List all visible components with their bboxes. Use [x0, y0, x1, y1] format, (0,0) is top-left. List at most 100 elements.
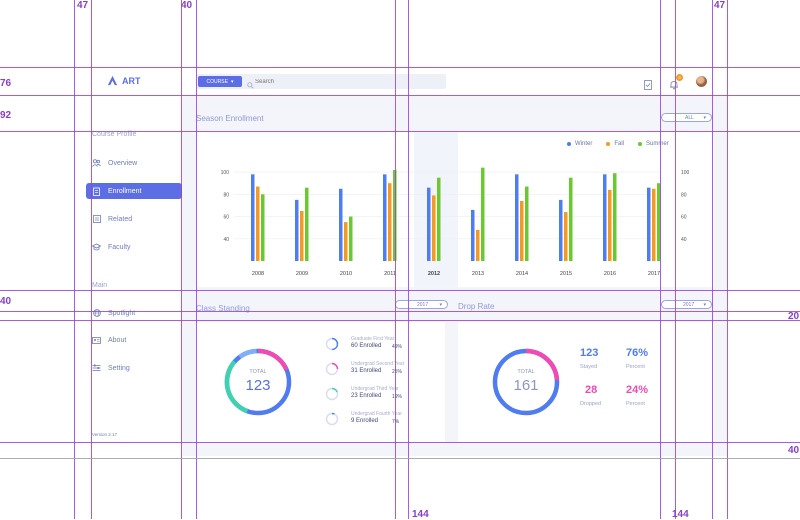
bar-fall: [388, 183, 392, 261]
sidebar-item-label: Related: [108, 215, 133, 223]
course-dropdown-button[interactable]: COURSE ▾: [198, 76, 242, 87]
season-filter-value: ALL: [685, 114, 694, 121]
sidebar-item-faculty[interactable]: Faculty: [86, 239, 182, 255]
bar-winter: [383, 174, 387, 261]
guide-line: [0, 311, 800, 312]
logo-text: ART: [122, 75, 141, 86]
guide-line: [0, 458, 800, 459]
bar-winter: [471, 209, 475, 261]
bar-fall: [344, 222, 348, 261]
y-tick-label-left: 80: [223, 192, 229, 198]
bar-summer: [437, 177, 441, 261]
bar-summer: [305, 187, 309, 261]
sidebar-item-label: Faculty: [108, 243, 131, 251]
chevron-down-icon: ▾: [230, 78, 234, 85]
notification-badge: 3: [676, 74, 683, 81]
row-enrolled: 23 Enrolled: [351, 393, 382, 399]
logo[interactable]: ART: [107, 75, 141, 86]
y-tick-label-right: 60: [681, 215, 687, 221]
bar-summer: [261, 194, 265, 261]
bar-winter: [603, 174, 607, 261]
y-tick-label-left: 40: [223, 237, 229, 243]
stayed-count: 123: [580, 347, 599, 359]
avatar[interactable]: [696, 76, 707, 87]
guide-label: 144: [672, 509, 689, 520]
drop-rate-filter-value: 2017: [683, 301, 695, 308]
bar-summer: [569, 177, 573, 261]
row-progress-ring: [325, 412, 339, 426]
sidebar-item-related[interactable]: Related: [86, 211, 182, 227]
sidebar-item-about[interactable]: About: [86, 332, 182, 348]
guide-label: 144: [412, 509, 429, 520]
bar-fall: [256, 186, 260, 261]
y-tick-label-left: 100: [221, 170, 230, 176]
x-tick-label: 2012: [428, 271, 440, 277]
sidebar-item-setting[interactable]: Setting: [86, 360, 182, 376]
bar-winter: [295, 199, 299, 261]
y-tick-label-right: 80: [681, 192, 687, 198]
guide-line: [0, 442, 800, 443]
guide-label: 47: [714, 0, 726, 11]
row-enrolled: 60 Enrolled: [351, 343, 382, 349]
guide-label: 76: [0, 78, 12, 89]
bar-fall: [608, 189, 612, 261]
drop-rate-total-label: TOTAL: [517, 369, 535, 375]
bar-winter: [647, 187, 651, 261]
class-standing-total: 123: [245, 377, 271, 394]
row-progress-ring: [325, 337, 339, 351]
bar-winter: [251, 174, 255, 261]
bar-summer: [481, 167, 485, 261]
drop-rate-filter-dropdown[interactable]: 2017 ▾: [661, 300, 712, 309]
row-title: Undergrad Second Year: [351, 361, 405, 367]
x-tick-label: 2016: [604, 271, 616, 277]
sliders-icon: [92, 364, 101, 373]
x-tick-label: 2009: [296, 271, 308, 277]
bar-summer: [525, 186, 529, 261]
guide-label: 40: [0, 296, 12, 307]
sidebar-item-label: Overview: [108, 159, 138, 167]
guide-line: [0, 290, 800, 291]
class-standing-total-label: TOTAL: [249, 369, 267, 375]
document-icon: [92, 215, 101, 224]
dropped-label: Dropped: [580, 401, 602, 407]
guide-label: 40: [181, 0, 193, 11]
drop-rate-total: 161: [513, 377, 539, 394]
dropped-percent: 24%: [626, 384, 649, 396]
highlight-column: [414, 131, 458, 287]
version-label: Version 2.17: [92, 432, 118, 437]
sidebar-item-label: Enrollment: [108, 187, 142, 195]
season-enrollment-title: Season Enrollment: [196, 114, 264, 123]
sidebar-section-main: Main: [92, 282, 108, 289]
guide-line: [0, 131, 800, 132]
bar-fall: [520, 201, 524, 261]
bar-fall: [300, 211, 304, 261]
x-tick-label: 2017: [648, 271, 660, 277]
bookmark-icon[interactable]: [644, 77, 652, 95]
guide-line: [0, 320, 800, 321]
sidebar-item-label: About: [108, 336, 127, 344]
row-percent: 49%: [392, 344, 403, 350]
y-tick-label-right: 100: [681, 170, 690, 176]
stayed-label: Stayed: [580, 364, 598, 370]
sidebar-item-spotlight[interactable]: Spotlight: [86, 305, 182, 321]
bar-fall: [652, 188, 656, 261]
globe-icon: [92, 309, 101, 318]
sidebar-item-enrollment[interactable]: Enrollment: [86, 183, 182, 199]
stayed-percent-label: Percent: [626, 364, 645, 370]
x-tick-label: 2010: [340, 271, 352, 277]
season-filter-dropdown[interactable]: ALL ▾: [661, 113, 712, 122]
row-percent: 25%: [392, 369, 403, 375]
sidebar-item-overview[interactable]: Overview: [86, 155, 182, 171]
chevron-down-icon: ▾: [703, 301, 706, 308]
sidebar-section-course-profile: Course Profile: [92, 131, 137, 138]
id-card-icon: [92, 336, 101, 345]
guide-line: [0, 95, 800, 96]
bar-fall: [432, 195, 436, 261]
users-icon: [92, 159, 101, 168]
guide-line: [0, 67, 800, 68]
class-standing-filter-value: 2017: [417, 301, 429, 308]
course-label: COURSE: [206, 78, 228, 85]
stayed-percent: 76%: [626, 347, 649, 359]
sidebar-item-label: Setting: [108, 364, 130, 372]
class-standing-filter-dropdown[interactable]: 2017 ▾: [395, 300, 448, 309]
